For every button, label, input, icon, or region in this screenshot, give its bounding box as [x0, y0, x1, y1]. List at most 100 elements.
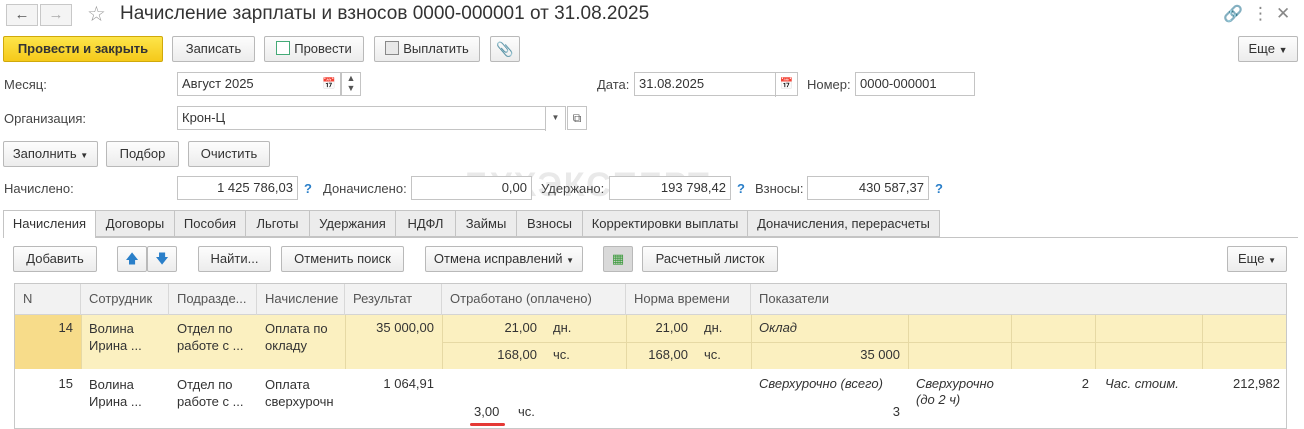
tab-contracts[interactable]: Договоры: [95, 210, 175, 237]
cancel-search-button[interactable]: Отменить поиск: [281, 246, 404, 272]
date-label: Дата:: [597, 77, 630, 92]
row-number: 14: [58, 320, 73, 335]
close-icon[interactable]: ✕: [1276, 4, 1290, 24]
month-stepper[interactable]: ▲ ▼: [341, 72, 361, 96]
table-add-icon: ▦: [611, 251, 625, 266]
employee-cell: Волина Ирина ...: [89, 377, 142, 409]
tab-loans[interactable]: Займы: [455, 210, 517, 237]
column-header-worked[interactable]: Отработано (оплачено): [442, 284, 626, 315]
link-icon[interactable]: 🔗: [1223, 4, 1243, 24]
post-button[interactable]: Провести: [264, 36, 364, 62]
column-header-department[interactable]: Подразде...: [169, 284, 257, 315]
tab-accruals[interactable]: Начисления: [3, 210, 96, 238]
column-header-accrual[interactable]: Начисление: [257, 284, 345, 315]
column-header-n[interactable]: N: [15, 284, 81, 315]
fill-button[interactable]: Заполнить ▼: [3, 141, 98, 167]
find-button[interactable]: Найти...: [198, 246, 271, 272]
caret-down-icon: ▼: [1278, 45, 1288, 55]
more-button[interactable]: Еще ▼: [1238, 36, 1298, 62]
indicator-name: Оклад: [759, 320, 797, 335]
number-field[interactable]: 0000-000001: [855, 72, 975, 96]
grid-line: [81, 315, 82, 369]
payslip-button[interactable]: Расчетный листок: [642, 246, 778, 272]
calendar-icon[interactable]: 📅: [775, 73, 797, 97]
column-header-result[interactable]: Результат: [345, 284, 442, 315]
indicator-value: 2: [1081, 376, 1089, 391]
worked-days-unit: дн.: [553, 320, 572, 335]
table-row[interactable]: 15 Волина Ирина ... Отдел по работе с ..…: [15, 369, 1286, 428]
indicator-name: Час. стоим.: [1105, 376, 1179, 391]
norm-hours-unit: чс.: [704, 347, 721, 362]
pay-button[interactable]: Выплатить: [374, 36, 480, 62]
row-number: 15: [58, 376, 73, 391]
move-down-button[interactable]: 🡇: [147, 246, 177, 272]
worked-days-cell: 21,00: [504, 320, 537, 335]
tab-ndfl[interactable]: НДФЛ: [395, 210, 456, 237]
help-icon[interactable]: ?: [737, 181, 745, 196]
tab-recalculations[interactable]: Доначисления, перерасчеты: [747, 210, 940, 237]
open-icon[interactable]: ⧉: [567, 106, 587, 130]
arrow-right-icon: →: [48, 6, 64, 23]
tab-benefits[interactable]: Пособия: [174, 210, 246, 237]
additional-label: Доначислено:: [323, 181, 407, 196]
caret-down-icon: ▼: [80, 151, 89, 160]
cancel-fixes-button[interactable]: Отмена исправлений ▼: [425, 246, 583, 272]
pay-doc-icon: [385, 41, 400, 55]
accrual-cell: Оплата сверхурочн: [265, 377, 334, 409]
date-field[interactable]: 31.08.2025: [634, 72, 798, 96]
grid-line: [345, 315, 346, 369]
indicator-value: 212,982: [1233, 376, 1280, 391]
table-row[interactable]: 14 Волина Ирина ... Отдел по работе с ..…: [15, 315, 1286, 369]
help-icon[interactable]: ?: [304, 181, 312, 196]
result-cell: 1 064,91: [383, 376, 434, 391]
department-cell: Отдел по работе с ...: [177, 377, 244, 409]
calendar-icon[interactable]: 📅: [318, 73, 340, 97]
forward-button[interactable]: →: [40, 4, 72, 26]
arrow-left-icon: ←: [14, 6, 30, 23]
post-and-close-button[interactable]: Провести и закрыть: [3, 36, 163, 62]
worked-hours-unit: чс.: [553, 347, 570, 362]
indicator-value: 3: [892, 404, 900, 419]
tab-privileges[interactable]: Льготы: [245, 210, 310, 237]
save-button[interactable]: Записать: [172, 36, 255, 62]
dropdown-icon[interactable]: ▼: [545, 107, 565, 131]
table-more-button[interactable]: Еще ▼: [1227, 246, 1287, 272]
accruals-table: N Сотрудник Подразде... Начисление Резул…: [14, 283, 1287, 429]
back-button[interactable]: ←: [6, 4, 38, 26]
column-header-employee[interactable]: Сотрудник: [81, 284, 169, 315]
post-doc-icon: [276, 41, 291, 55]
tab-contributions[interactable]: Взносы: [516, 210, 583, 237]
accrual-cell: Оплата по окладу: [265, 321, 328, 353]
caret-up-icon: ▲: [346, 73, 356, 83]
tab-deductions[interactable]: Удержания: [309, 210, 396, 237]
employee-cell: Волина Ирина ...: [89, 321, 142, 353]
kebab-menu-icon[interactable]: ⋮: [1252, 4, 1269, 24]
document-window: ← → ☆ Начисление зарплаты и взносов 0000…: [0, 0, 1304, 429]
contributions-label: Взносы:: [755, 181, 804, 196]
clear-button[interactable]: Очистить: [188, 141, 270, 167]
highlight-underline: [470, 423, 505, 426]
accrued-label: Начислено:: [4, 181, 74, 196]
month-field[interactable]: Август 2025: [177, 72, 341, 96]
attach-button[interactable]: 📎: [490, 36, 520, 62]
organization-field[interactable]: Крон-Ц: [177, 106, 566, 130]
move-up-button[interactable]: 🡅: [117, 246, 147, 272]
month-label: Месяц:: [4, 77, 47, 92]
accrued-value: 1 425 786,03: [177, 176, 298, 200]
grid-line: [442, 342, 1286, 343]
table-settings-button[interactable]: ▦: [603, 246, 633, 272]
arrow-down-icon: 🡇: [155, 251, 169, 266]
tab-payment-corrections[interactable]: Корректировки выплаты: [582, 210, 748, 237]
department-cell: Отдел по работе с ...: [177, 321, 244, 353]
help-icon[interactable]: ?: [935, 181, 943, 196]
column-header-indicators[interactable]: Показатели: [751, 284, 1286, 315]
worked-hours-cell: 3,00: [474, 404, 500, 419]
favorite-star-icon[interactable]: ☆: [87, 2, 106, 27]
contributions-value: 430 587,37: [807, 176, 929, 200]
caret-down-icon: ▼: [346, 83, 356, 93]
add-button[interactable]: Добавить: [13, 246, 97, 272]
select-button[interactable]: Подбор: [106, 141, 179, 167]
withheld-value: 193 798,42: [609, 176, 731, 200]
caret-down-icon: ▼: [566, 256, 575, 265]
column-header-norm[interactable]: Норма времени: [626, 284, 751, 315]
